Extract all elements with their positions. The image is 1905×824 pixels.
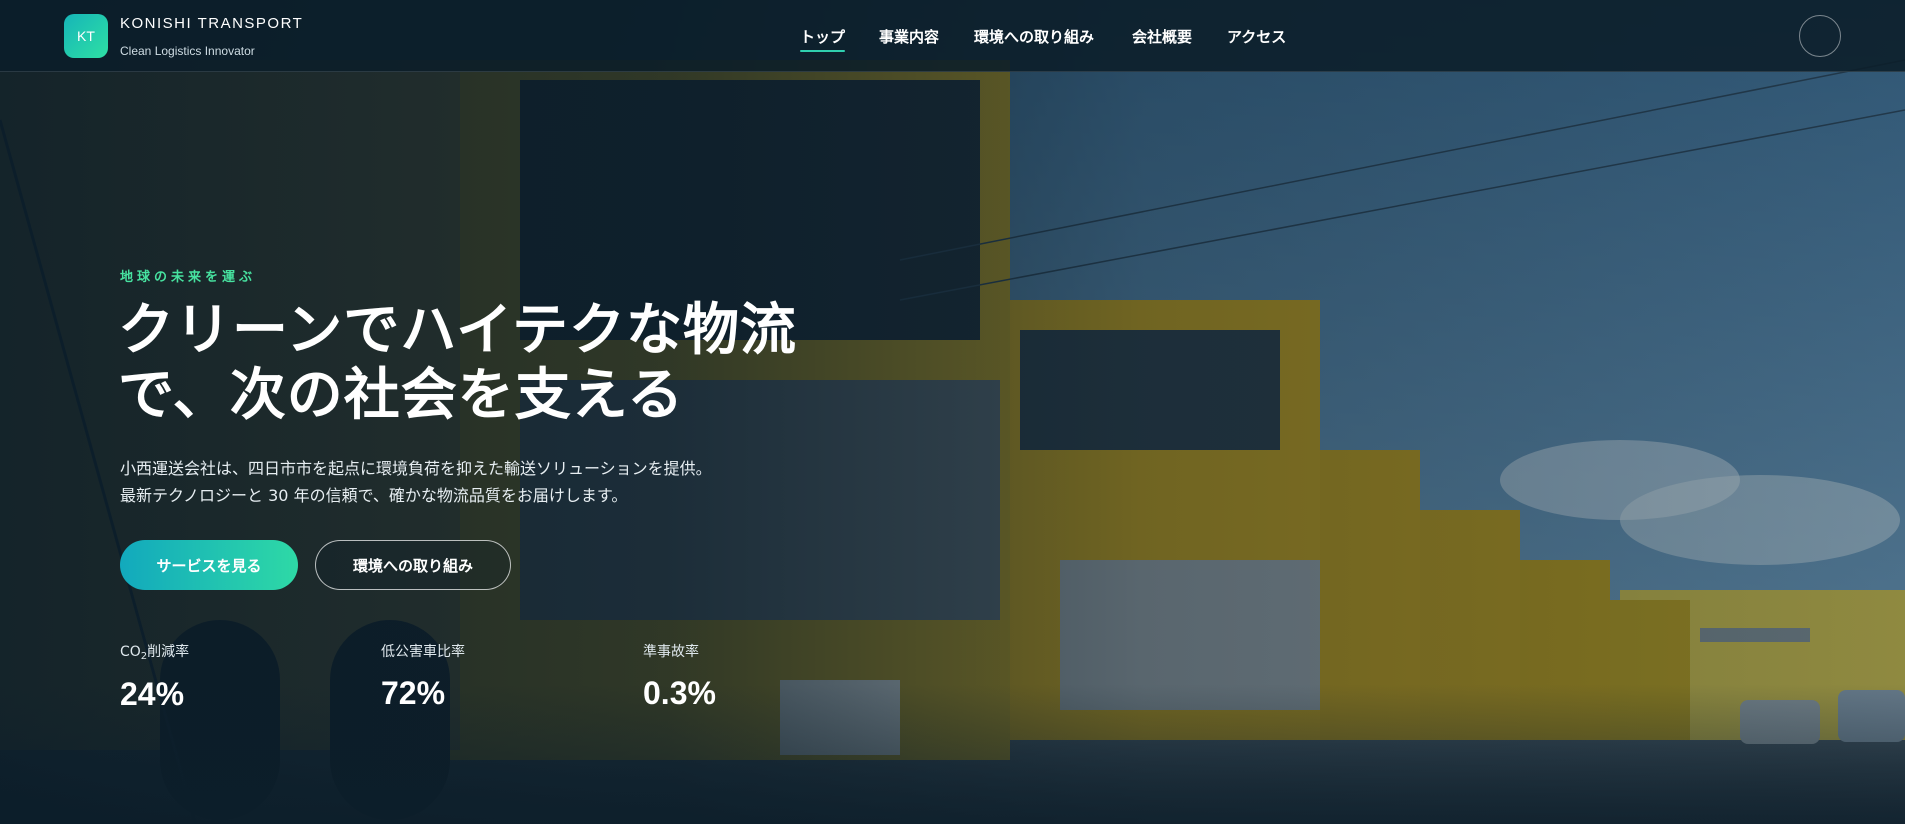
stat-value: 72% <box>381 675 446 711</box>
hero-headline-line2: で、次の社会を支える <box>118 363 685 428</box>
stat-co2-reduction: CO2削減率 24% <box>120 641 189 713</box>
hero-eyebrow: 地球の未来を運ぶ <box>120 270 257 285</box>
hero-lead: 小西運送会社は、四日市市を起点に環境負荷を抑えた輸送ソリューションを提供。 最新… <box>120 455 712 509</box>
hero-lead-line1: 小西運送会社は、四日市市を起点に環境負荷を抑えた輸送ソリューションを提供。 <box>120 459 712 478</box>
hero-lead-line2: 最新テクノロジーと 30 年の信頼で、確かな物流品質をお届けします。 <box>120 486 628 505</box>
hero-headline: クリーンでハイテクな物流 で、次の社会を支える <box>118 298 838 428</box>
nav-item-business[interactable]: 事業内容 <box>879 26 939 47</box>
view-services-button[interactable]: サービスを見る <box>120 540 298 590</box>
stat-label: CO2削減率 <box>120 644 190 662</box>
stat-label: 準事故率 <box>643 644 699 660</box>
nav-item-company[interactable]: 会社概要 <box>1132 26 1192 47</box>
stat-value: 24% <box>120 676 185 712</box>
nav-item-top[interactable]: トップ <box>800 26 846 52</box>
stat-low-emission-ratio: 低公害車比率 72% <box>381 641 465 712</box>
stat-value: 0.3% <box>643 675 716 711</box>
environment-button[interactable]: 環境への取り組み <box>315 540 511 590</box>
hero-section: 地球の未来を運ぶ クリーンでハイテクな物流 で、次の社会を支える 小西運送会社は… <box>0 0 1905 824</box>
stat-label: 低公害車比率 <box>381 644 465 660</box>
main-nav: トップ 事業内容 環境への取り組み 会社概要 アクセス <box>0 26 1905 56</box>
hero-headline-line1: クリーンでハイテクな物流 <box>118 298 797 363</box>
stat-accident-rate: 準事故率 0.3% <box>643 641 716 712</box>
nav-item-access[interactable]: アクセス <box>1227 26 1286 47</box>
hero-bottom-fade <box>0 684 1905 824</box>
site-header: KT KONISHI TRANSPORT Clean Logistics Inn… <box>0 0 1905 72</box>
menu-circle-icon[interactable] <box>1799 15 1841 57</box>
nav-item-environment[interactable]: 環境への取り組み <box>974 26 1094 47</box>
